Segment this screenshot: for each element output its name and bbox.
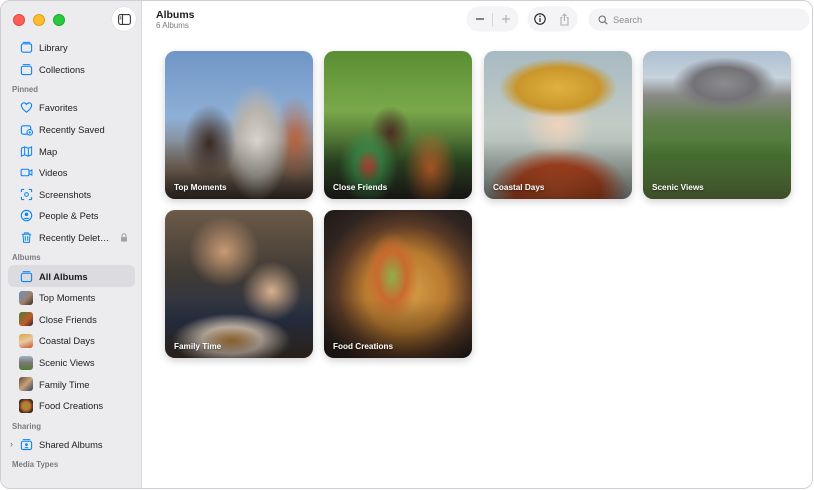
album-card-close-friends[interactable]: Close Friends: [324, 51, 472, 199]
heart-icon: [19, 101, 33, 115]
sidebar-item-label: Coastal Days: [39, 335, 95, 347]
info-share-group: [528, 7, 577, 31]
sidebar-item-label: Close Friends: [39, 313, 97, 325]
sidebar: Library Collections Pinned Favorites Rec…: [1, 1, 142, 488]
album-title: Scenic Views: [652, 183, 704, 192]
sidebar-item-people-pets[interactable]: People & Pets: [1, 205, 142, 227]
map-icon: [19, 144, 33, 158]
sidebar-item-label: Shared Albums: [39, 438, 103, 450]
chevron-right-icon[interactable]: ›: [10, 439, 13, 449]
albums-section-header: Albums: [12, 253, 41, 263]
minimize-window-button[interactable]: [33, 14, 45, 26]
sidebar-icon: [117, 13, 131, 25]
search-field[interactable]: [589, 9, 809, 30]
sidebar-item-scenic-views[interactable]: Scenic Views: [1, 352, 142, 374]
sidebar-item-top-moments[interactable]: Top Moments: [1, 287, 142, 309]
sidebar-item-label: Recently Saved: [39, 124, 105, 136]
sidebar-item-label: All Albums: [39, 270, 88, 282]
album-thumbnail: [19, 290, 33, 305]
plus-icon: [501, 15, 510, 23]
album-title: Family Time: [174, 342, 222, 351]
album-thumbnail: [19, 333, 33, 348]
share-button[interactable]: [552, 7, 576, 31]
photos-window: Library Collections Pinned Favorites Rec…: [0, 0, 813, 489]
minus-icon: [475, 18, 484, 20]
zoom-out-button[interactable]: [467, 7, 492, 31]
album-title: Close Friends: [333, 183, 388, 192]
album-title: Food Creations: [333, 342, 394, 351]
sharing-section-header: Sharing: [12, 421, 42, 431]
sidebar-item-label: Screenshots: [39, 188, 92, 200]
sidebar-list: Library Collections Pinned Favorites Rec…: [1, 37, 142, 472]
info-icon: [534, 13, 546, 25]
album-title: Coastal Days: [493, 183, 545, 192]
sidebar-item-label: Videos: [39, 167, 68, 179]
album-count: 6 Albums: [156, 21, 189, 30]
toolbar: Albums 6 Albums: [143, 1, 812, 39]
share-icon: [559, 12, 569, 26]
sidebar-item-label: Favorites: [39, 102, 78, 114]
sidebar-item-favorites[interactable]: Favorites: [1, 97, 142, 119]
sidebar-toggle-button[interactable]: [112, 7, 136, 31]
sidebar-item-recently-saved[interactable]: Recently Saved: [1, 119, 142, 141]
album-thumbnail: [19, 398, 33, 413]
sidebar-item-label: Top Moments: [39, 292, 96, 304]
shared-albums-icon: [19, 437, 33, 451]
media-types-section-header: Media Types: [12, 460, 59, 470]
sidebar-item-label: Recently Delet…: [39, 232, 110, 244]
sidebar-item-food-creations[interactable]: Food Creations: [1, 395, 142, 417]
sidebar-item-library[interactable]: Library: [1, 37, 142, 59]
sidebar-item-label: Map: [39, 145, 58, 157]
album-card-food-creations[interactable]: Food Creations: [324, 210, 472, 358]
sidebar-item-recently-deleted[interactable]: Recently Delet…: [1, 227, 142, 249]
sidebar-item-family-time[interactable]: Family Time: [1, 373, 142, 395]
library-icon: [19, 41, 33, 55]
zoom-control: [467, 7, 518, 31]
sidebar-item-collections[interactable]: Collections: [1, 59, 142, 81]
sidebar-item-label: Library: [39, 42, 68, 54]
sidebar-item-screenshots[interactable]: Screenshots: [1, 184, 142, 206]
zoom-in-button[interactable]: [493, 7, 518, 31]
sidebar-item-label: Scenic Views: [39, 357, 95, 369]
person-icon: [19, 209, 33, 223]
album-thumbnail: [19, 312, 33, 327]
sidebar-item-label: Collections: [39, 63, 85, 75]
search-input[interactable]: [613, 14, 793, 25]
sidebar-item-label: Food Creations: [39, 400, 104, 412]
search-icon: [598, 14, 608, 25]
recently-saved-icon: [19, 123, 33, 137]
screenshot-icon: [19, 187, 33, 201]
sidebar-item-coastal-days[interactable]: Coastal Days: [1, 330, 142, 352]
album-card-coastal-days[interactable]: Coastal Days: [484, 51, 632, 199]
album-card-scenic-views[interactable]: Scenic Views: [643, 51, 791, 199]
collections-icon: [19, 62, 33, 76]
album-card-top-moments[interactable]: Top Moments: [165, 51, 313, 199]
lock-icon: [121, 233, 127, 242]
sidebar-item-label: People & Pets: [39, 210, 99, 222]
video-icon: [19, 166, 33, 180]
album-thumbnail: [19, 355, 33, 370]
trash-icon: [19, 231, 33, 245]
albums-icon: [19, 269, 33, 283]
album-title: Top Moments: [174, 183, 227, 192]
album-grid: Top Moments Close Friends Coastal Days S…: [143, 39, 812, 488]
info-button[interactable]: [528, 7, 552, 31]
pinned-section-header: Pinned: [12, 85, 38, 95]
album-card-family-time[interactable]: Family Time: [165, 210, 313, 358]
sidebar-item-videos[interactable]: Videos: [1, 162, 142, 184]
sidebar-item-shared-albums[interactable]: › Shared Albums: [1, 434, 142, 456]
sidebar-item-map[interactable]: Map: [1, 140, 142, 162]
close-window-button[interactable]: [13, 14, 25, 26]
sidebar-item-label: Family Time: [39, 378, 90, 390]
fullscreen-window-button[interactable]: [53, 14, 65, 26]
window-controls: [13, 14, 65, 26]
page-title: Albums: [156, 9, 195, 21]
album-thumbnail: [19, 377, 33, 392]
sidebar-item-close-friends[interactable]: Close Friends: [1, 309, 142, 331]
sidebar-item-all-albums[interactable]: All Albums: [8, 265, 135, 287]
